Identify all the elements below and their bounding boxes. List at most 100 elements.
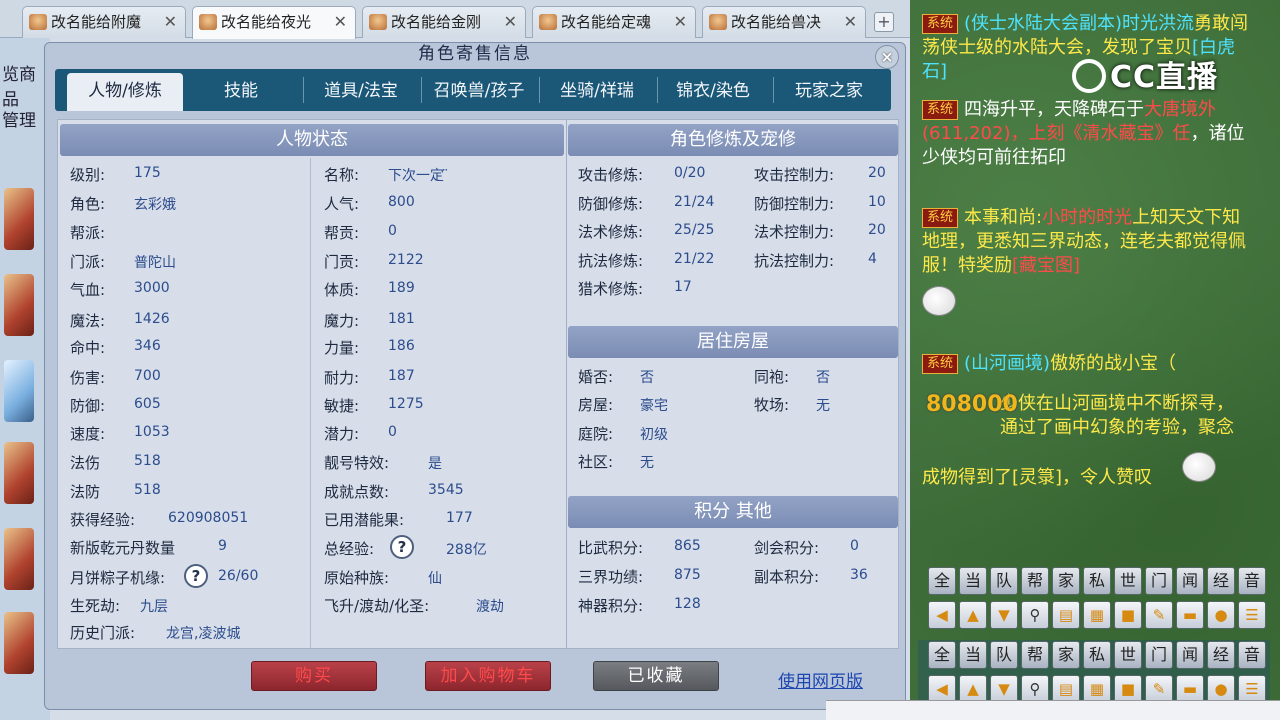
score-value: 865 — [674, 538, 701, 554]
channel-news-button[interactable]: 闻 — [1176, 641, 1204, 669]
favorited-button[interactable]: 已收藏 — [593, 661, 719, 691]
tab-items[interactable]: 道具/法宝 — [303, 73, 419, 111]
tab-player-home[interactable]: 玩家之家 — [771, 73, 887, 111]
system-badge: 系统 — [922, 100, 959, 120]
channel-current-button[interactable]: 当 — [959, 567, 987, 595]
chat-tool-row: ◀ ▲ ▼ ⚲ ▤ ▦ ■ ✎ ▬ ● ☰ — [918, 601, 1270, 631]
chat-bubble-icon[interactable]: ● — [1207, 675, 1235, 703]
stat-label: 伤害: — [70, 369, 106, 387]
close-tab-icon[interactable]: ✕ — [164, 7, 177, 37]
channel-current-button[interactable]: 当 — [959, 641, 987, 669]
stat-value: 0 — [388, 424, 397, 440]
grid-icon[interactable]: ▦ — [1083, 675, 1111, 703]
channel-world-button[interactable]: 世 — [1114, 641, 1142, 669]
brush-icon[interactable]: ✎ — [1145, 675, 1173, 703]
lock-icon[interactable]: ■ — [1114, 601, 1142, 629]
search-icon[interactable]: ⚲ — [1021, 601, 1049, 629]
character-portrait[interactable] — [4, 188, 34, 250]
channel-team-button[interactable]: 队 — [990, 567, 1018, 595]
edit-list-icon[interactable]: ☰ — [1238, 675, 1266, 703]
cultivation-label: 法术修炼: — [578, 223, 644, 241]
character-portrait[interactable] — [4, 274, 34, 336]
add-to-cart-button[interactable]: 加入购物车 — [425, 661, 551, 691]
browser-tab-active[interactable]: 改名能给夜光 ✕ — [192, 6, 356, 39]
close-tab-icon[interactable]: ✕ — [674, 7, 687, 37]
channel-private-button[interactable]: 私 — [1083, 567, 1111, 595]
divider — [310, 158, 311, 648]
browser-tab[interactable]: 改名能给金刚 ✕ — [362, 6, 526, 38]
arrow-up-icon[interactable]: ▲ — [959, 675, 987, 703]
channel-exp-button[interactable]: 经 — [1207, 641, 1235, 669]
tab-pets[interactable]: 召唤兽/孩子 — [421, 73, 537, 111]
channel-guild-button[interactable]: 帮 — [1021, 641, 1049, 669]
grid-icon[interactable]: ▦ — [1083, 601, 1111, 629]
browser-tab[interactable]: 改名能给定魂 ✕ — [532, 6, 696, 38]
channel-team-button[interactable]: 队 — [990, 641, 1018, 669]
close-tab-icon[interactable]: ✕ — [334, 7, 347, 37]
stat-value: 181 — [388, 311, 415, 327]
stat-label: 体质: — [324, 281, 360, 299]
house-label: 牧场: — [754, 396, 790, 414]
stat-label: 获得经验: — [70, 511, 136, 529]
channel-news-button[interactable]: 闻 — [1176, 567, 1204, 595]
stat-label: 成就点数: — [324, 483, 390, 501]
channel-guild-button[interactable]: 帮 — [1021, 567, 1049, 595]
channel-voice-button[interactable]: 音 — [1238, 641, 1266, 669]
stat-label: 已用潜能果: — [324, 511, 405, 529]
section-header: 角色修炼及宠修 — [568, 124, 898, 156]
chat-message: 系统 本事和尚:小时的时光上知天文下知地理，更悉知三界动态，连老夫都觉得佩服！特奖… — [922, 207, 1246, 276]
arrow-down-icon[interactable]: ▼ — [990, 601, 1018, 629]
tab-mounts[interactable]: 坐骑/祥瑞 — [539, 73, 655, 111]
channel-private-button[interactable]: 私 — [1083, 641, 1111, 669]
folder-icon[interactable]: ▬ — [1176, 601, 1204, 629]
tab-costumes[interactable]: 锦衣/染色 — [655, 73, 771, 111]
channel-family-button[interactable]: 家 — [1052, 641, 1080, 669]
browser-tab-bar: 改名能给附魔 ✕ 改名能给夜光 ✕ 改名能给金刚 ✕ 改名能给定魂 ✕ 改名能给兽决 ✕ … — [0, 0, 910, 39]
score-value: 128 — [674, 596, 701, 612]
brush-icon[interactable]: ✎ — [1145, 601, 1173, 629]
new-tab-button[interactable]: + — [874, 12, 894, 32]
tab-skills[interactable]: 技能 — [183, 73, 299, 111]
search-icon[interactable]: ⚲ — [1021, 675, 1049, 703]
score-label: 剑会积分: — [754, 539, 820, 557]
channel-exp-button[interactable]: 经 — [1207, 567, 1235, 595]
stat-value: 518 — [134, 453, 161, 469]
arrow-up-icon[interactable]: ▲ — [959, 601, 987, 629]
chat-bubble-icon[interactable]: ● — [1207, 601, 1235, 629]
help-icon[interactable]: ? — [184, 564, 208, 588]
note-icon[interactable]: ▤ — [1052, 601, 1080, 629]
tab-character[interactable]: 人物/修炼 — [67, 73, 183, 111]
channel-sect-button[interactable]: 门 — [1145, 641, 1173, 669]
channel-all-button[interactable]: 全 — [928, 567, 956, 595]
stat-label: 帮贡: — [324, 224, 360, 242]
note-icon[interactable]: ▤ — [1052, 675, 1080, 703]
buy-button[interactable]: 购买 — [251, 661, 377, 691]
edit-list-icon[interactable]: ☰ — [1238, 601, 1266, 629]
close-icon[interactable]: × — [875, 45, 899, 69]
character-portrait[interactable] — [4, 442, 34, 504]
arrow-left-icon[interactable]: ◀ — [928, 601, 956, 629]
help-icon[interactable]: ? — [390, 535, 414, 559]
close-tab-icon[interactable]: ✕ — [504, 7, 517, 37]
arrow-left-icon[interactable]: ◀ — [928, 675, 956, 703]
lock-icon[interactable]: ■ — [1114, 675, 1142, 703]
system-badge: 系统 — [922, 208, 959, 228]
browser-tab[interactable]: 改名能给附魔 ✕ — [22, 6, 186, 38]
channel-all-button[interactable]: 全 — [928, 641, 956, 669]
channel-family-button[interactable]: 家 — [1052, 567, 1080, 595]
folder-icon[interactable]: ▬ — [1176, 675, 1204, 703]
channel-world-button[interactable]: 世 — [1114, 567, 1142, 595]
character-portrait[interactable] — [4, 528, 34, 590]
web-version-link[interactable]: 使用网页版 — [778, 667, 863, 692]
arrow-down-icon[interactable]: ▼ — [990, 675, 1018, 703]
close-tab-icon[interactable]: ✕ — [844, 7, 857, 37]
character-portrait[interactable] — [4, 612, 34, 674]
channel-voice-button[interactable]: 音 — [1238, 567, 1266, 595]
stat-label: 门贡: — [324, 253, 360, 271]
cultivation-label: 猎术修炼: — [578, 280, 644, 298]
browser-tab[interactable]: 改名能给兽决 ✕ — [702, 6, 866, 38]
cultivation-label: 攻击控制力: — [754, 166, 835, 184]
channel-sect-button[interactable]: 门 — [1145, 567, 1173, 595]
house-label: 庭院: — [578, 425, 614, 443]
character-portrait[interactable] — [4, 360, 34, 422]
